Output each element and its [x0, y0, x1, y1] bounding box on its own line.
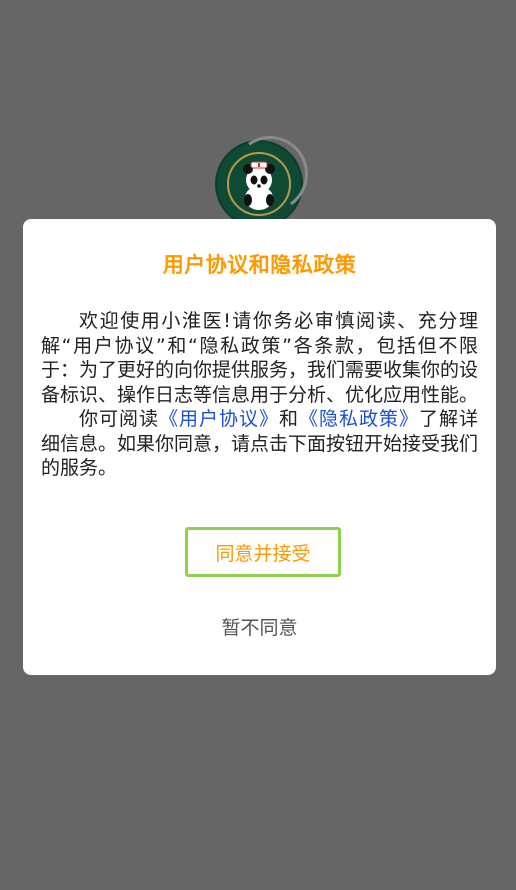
dialog-paragraph-2: 你可阅读《用户协议》和《隐私政策》了解详细信息。如果你同意，请点击下面按钮开始接… — [41, 407, 478, 481]
dialog-paragraph-1: 欢迎使用小淮医!请你务必审慎阅读、充分理解“用户协议”和“隐私政策”各条款，包括… — [41, 310, 479, 406]
privacy-policy-link[interactable]: 《隐私政策》 — [299, 408, 419, 430]
paragraph-2-and: 和 — [278, 408, 299, 430]
agree-button[interactable]: 同意并接受 — [185, 527, 341, 577]
privacy-dialog: 用户协议和隐私政策 欢迎使用小淮医!请你务必审慎阅读、充分理解“用户协议”和“隐… — [23, 219, 496, 675]
dialog-title: 用户协议和隐私政策 — [162, 253, 357, 277]
decline-button[interactable]: 暂不同意 — [23, 613, 496, 640]
user-agreement-link[interactable]: 《用户协议》 — [159, 408, 279, 430]
paragraph-2-prefix: 你可阅读 — [79, 408, 159, 430]
dialog-body: 欢迎使用小淮医!请你务必审慎阅读、充分理解“用户协议”和“隐私政策”各条款，包括… — [41, 309, 478, 481]
